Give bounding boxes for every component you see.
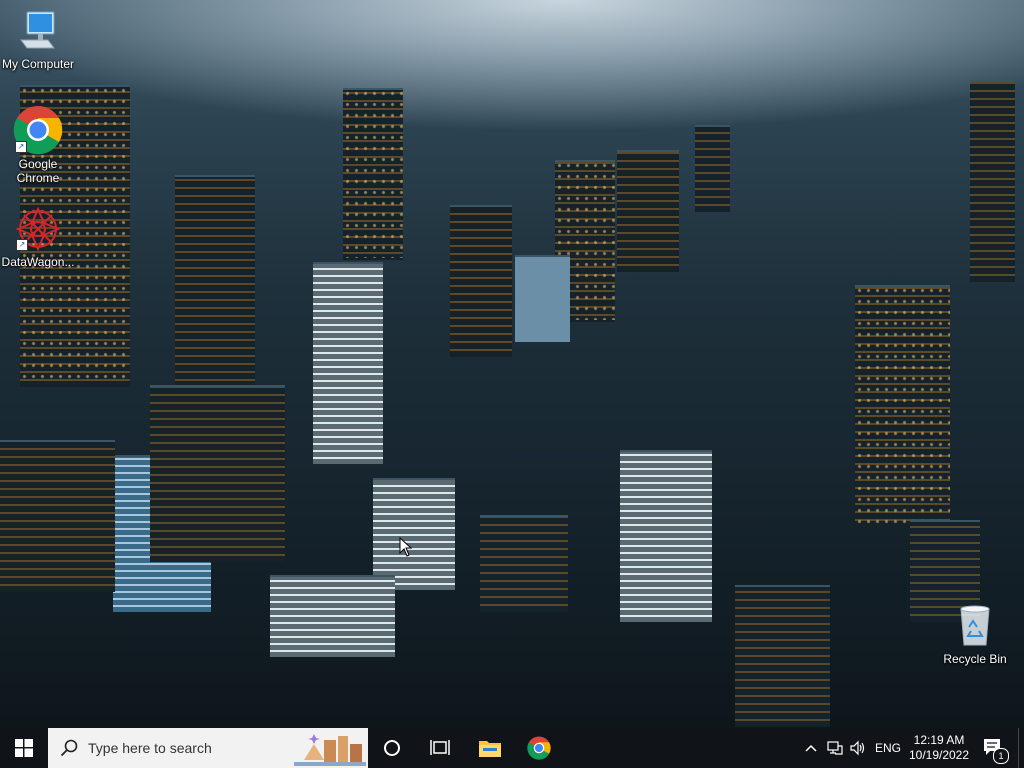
icon-label-line1: Google	[18, 157, 58, 171]
file-explorer-button[interactable]	[466, 728, 514, 768]
network-button[interactable]	[824, 728, 846, 768]
desktop-icon-google-chrome[interactable]: ↗ Google Chrome	[0, 105, 76, 185]
action-center-button[interactable]: 1	[976, 728, 1012, 768]
desktop-icon-recycle-bin[interactable]: Recycle Bin	[937, 603, 1013, 666]
clock-time: 12:19 AM	[913, 733, 965, 747]
desktop-background: My Computer ↗ Google Chrome ↗ DataWagon.…	[0, 0, 1024, 728]
search-placeholder: Type here to search	[88, 740, 212, 756]
clock-date: 10/19/2022	[908, 748, 970, 762]
speaker-icon	[850, 740, 865, 756]
task-view-button[interactable]	[416, 728, 464, 768]
network-icon	[827, 741, 843, 755]
recycle-bin-icon	[937, 603, 1013, 650]
icon-label: DataWagon...	[1, 255, 75, 269]
chevron-up-icon	[805, 744, 817, 752]
chrome-icon: ↗	[13, 105, 63, 155]
chrome-taskbar-button[interactable]	[515, 728, 563, 768]
desktop-icon-my-computer[interactable]: My Computer	[0, 10, 76, 71]
cortana-icon	[384, 740, 400, 756]
mouse-cursor-icon	[399, 537, 413, 557]
notification-count-badge: 1	[993, 748, 1009, 764]
taskbar-search-box[interactable]: Type here to search	[48, 728, 368, 768]
datawagon-icon: ↗	[14, 205, 62, 253]
show-desktop-button[interactable]	[1018, 728, 1024, 768]
cortana-button[interactable]	[368, 728, 416, 768]
icon-label-line2: Chrome	[16, 171, 60, 185]
volume-button[interactable]	[847, 728, 869, 768]
file-explorer-icon	[479, 741, 501, 757]
input-language-button[interactable]: ENG	[872, 728, 904, 768]
windows-logo-icon	[15, 739, 33, 757]
search-highlight-illustration-icon	[294, 730, 366, 766]
chrome-icon	[527, 736, 551, 760]
taskbar: Type here to search ENG 12:19 AM 10/19/2…	[0, 728, 1024, 768]
icon-label: Recycle Bin	[943, 652, 1007, 666]
task-view-icon	[430, 740, 450, 755]
icon-label: My Computer	[1, 57, 75, 71]
shortcut-arrow-icon: ↗	[16, 239, 28, 251]
shortcut-arrow-icon: ↗	[15, 141, 27, 153]
desktop-icon-datawagon[interactable]: ↗ DataWagon...	[0, 205, 76, 269]
clock-button[interactable]: 12:19 AM 10/19/2022	[906, 728, 972, 768]
start-button[interactable]	[0, 728, 48, 768]
search-icon	[60, 739, 78, 757]
computer-icon	[0, 10, 76, 55]
show-hidden-icons-button[interactable]	[800, 728, 822, 768]
language-label: ENG	[874, 741, 901, 755]
